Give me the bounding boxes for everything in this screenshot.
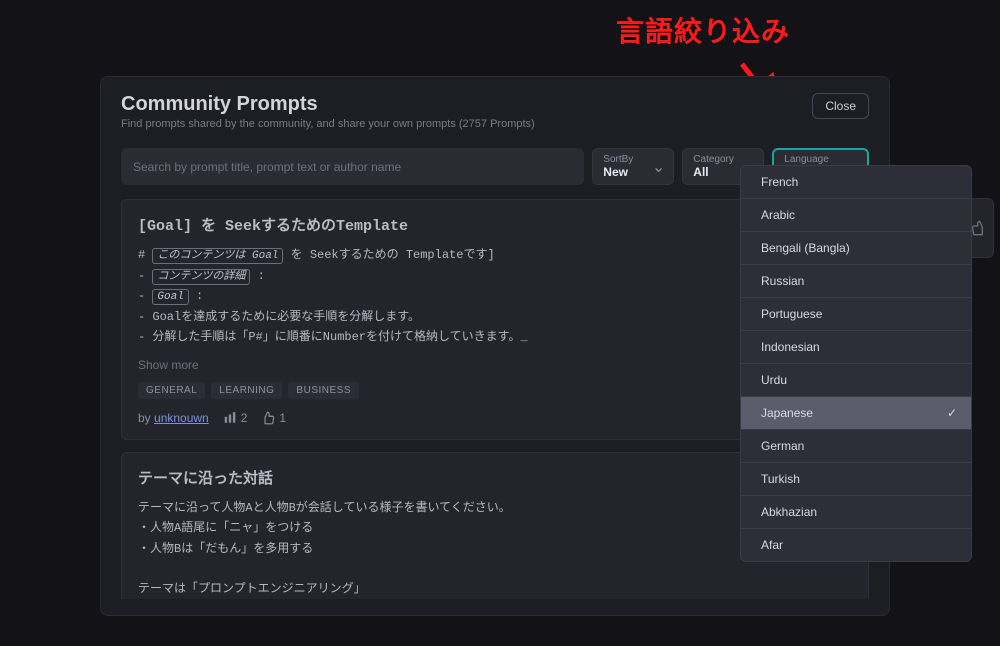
likes-count[interactable]: 1 — [261, 411, 286, 425]
annotation-top: 言語絞り込み — [616, 10, 790, 50]
check-icon: ✓ — [947, 406, 957, 420]
inline-badge: コンテンツの詳細 — [152, 269, 250, 285]
language-option-label: German — [761, 439, 804, 453]
language-option[interactable]: Turkish — [741, 462, 971, 495]
language-option-label: Abkhazian — [761, 505, 817, 519]
language-option[interactable]: Indonesian — [741, 330, 971, 363]
views-count: 2 — [223, 411, 248, 425]
chevron-down-icon: ⌄ — [652, 157, 665, 177]
language-option-label: Russian — [761, 274, 804, 288]
language-option[interactable]: Abkhazian — [741, 495, 971, 528]
language-option-label: Arabic — [761, 208, 795, 222]
language-option[interactable]: Afar — [741, 528, 971, 561]
close-button[interactable]: Close — [812, 93, 869, 119]
tag[interactable]: BUSINESS — [288, 382, 359, 399]
modal-title: Community Prompts — [121, 93, 535, 116]
language-option-label: Urdu — [761, 373, 787, 387]
language-option-label: Japanese — [761, 406, 813, 420]
language-option-label: Bengali (Bangla) — [761, 241, 850, 255]
modal-subtitle: Find prompts shared by the community, an… — [121, 118, 535, 130]
language-option[interactable]: Urdu — [741, 363, 971, 396]
language-option[interactable]: Japanese ✓ — [741, 396, 971, 429]
language-option[interactable]: Russian — [741, 264, 971, 297]
inline-badge: Goal — [152, 289, 188, 305]
tag[interactable]: GENERAL — [138, 382, 205, 399]
sortby-value: New — [603, 165, 645, 179]
author-prefix: by unknouwn — [138, 411, 209, 425]
category-label: Category — [693, 154, 735, 165]
language-option-label: French — [761, 175, 798, 189]
language-option[interactable]: Bengali (Bangla) — [741, 231, 971, 264]
language-option[interactable]: Arabic — [741, 198, 971, 231]
language-option-label: Turkish — [761, 472, 800, 486]
sortby-label: SortBy — [603, 154, 645, 165]
language-option-label: Indonesian — [761, 340, 820, 354]
language-dropdown: French Arabic Bengali (Bangla) Russian Portu… — [740, 165, 972, 562]
sortby-select[interactable]: SortBy New ⌄ — [592, 148, 674, 185]
language-label: Language — [784, 154, 839, 165]
category-value: All — [693, 165, 735, 179]
inline-badge: このコンテンツは Goal — [152, 248, 283, 264]
language-option[interactable]: German — [741, 429, 971, 462]
language-option-label: Afar — [761, 538, 783, 552]
language-option[interactable]: French — [741, 166, 971, 198]
thumbs-up-icon — [261, 411, 275, 425]
author-link[interactable]: unknouwn — [154, 411, 209, 425]
bars-icon — [223, 411, 237, 425]
thumbs-down-icon — [971, 220, 987, 236]
language-option[interactable]: Portuguese — [741, 297, 971, 330]
search-input[interactable] — [121, 148, 584, 185]
tag[interactable]: LEARNING — [211, 382, 282, 399]
language-option-label: Portuguese — [761, 307, 822, 321]
